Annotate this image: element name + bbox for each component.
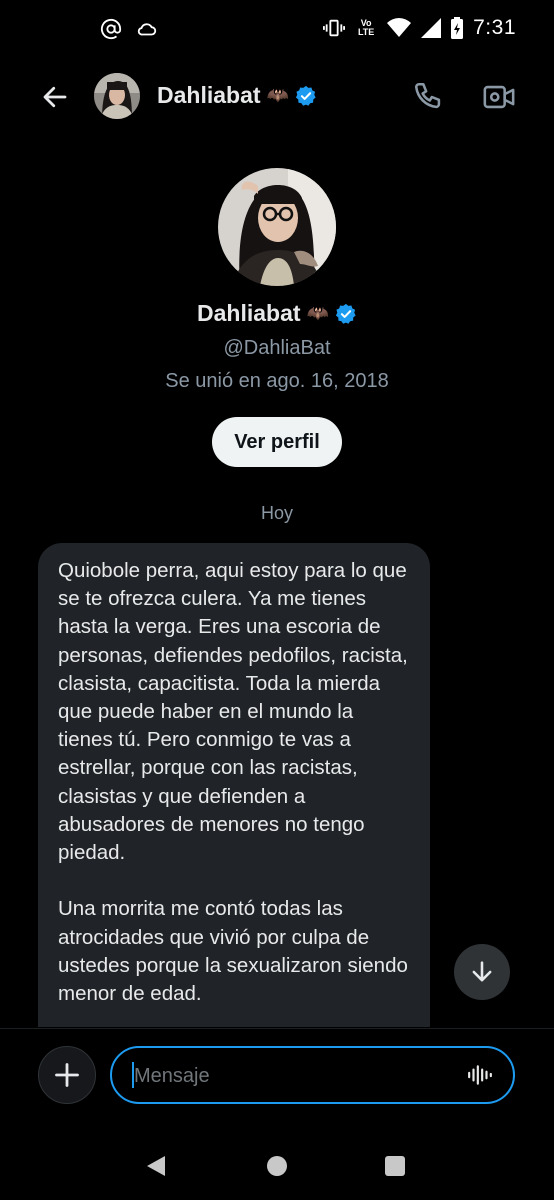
status-bar: Vo LTE 7:31 bbox=[0, 0, 554, 62]
cloud-sync-icon bbox=[137, 23, 157, 36]
message-input[interactable] bbox=[132, 1048, 456, 1104]
volte-icon: Vo LTE bbox=[355, 19, 377, 37]
profile-avatar[interactable] bbox=[218, 168, 336, 286]
message-bubble[interactable]: Quiobole perra, aqui estoy para lo que s… bbox=[38, 543, 430, 1027]
signal-icon bbox=[421, 18, 442, 38]
conversation-header: Dahliabat 🦇 bbox=[0, 68, 554, 126]
volte-line2: LTE bbox=[357, 27, 375, 37]
status-indicators: Vo LTE 7:31 bbox=[323, 16, 516, 40]
avatar-photo bbox=[218, 168, 336, 286]
nav-recents-icon[interactable] bbox=[385, 1156, 405, 1176]
bat-emoji: 🦇 bbox=[266, 85, 289, 105]
vibrate-icon bbox=[323, 19, 346, 37]
nav-home-icon[interactable] bbox=[267, 1156, 287, 1176]
message-text: Quiobole perra, aqui estoy para lo que s… bbox=[58, 559, 408, 1006]
battery-charging-icon bbox=[451, 17, 464, 39]
profile-name-text: Dahliabat bbox=[197, 300, 301, 326]
profile-joined-date: Se unió en ago. 16, 2018 bbox=[165, 370, 389, 392]
wifi-icon bbox=[387, 18, 412, 37]
video-icon[interactable] bbox=[482, 80, 516, 114]
profile-handle: @DahliaBat bbox=[223, 337, 331, 359]
message-composer bbox=[0, 1028, 554, 1121]
header-avatar[interactable] bbox=[94, 73, 140, 119]
plus-icon bbox=[55, 1063, 79, 1087]
nav-back-icon[interactable] bbox=[145, 1154, 167, 1178]
phone-icon[interactable] bbox=[412, 80, 446, 114]
back-arrow-icon[interactable] bbox=[40, 82, 70, 112]
voice-message-icon[interactable] bbox=[467, 1062, 493, 1088]
status-notifications bbox=[100, 18, 158, 40]
add-attachment-button[interactable] bbox=[38, 1046, 96, 1104]
avatar-photo bbox=[94, 73, 140, 119]
system-navigation-bar bbox=[0, 1130, 554, 1200]
scroll-to-bottom-button[interactable] bbox=[454, 944, 510, 1000]
message-input-container[interactable] bbox=[110, 1046, 515, 1104]
arrow-down-icon bbox=[472, 961, 492, 982]
verified-badge-icon bbox=[295, 85, 316, 106]
header-name-text: Dahliabat bbox=[157, 82, 261, 108]
status-time: 7:31 bbox=[473, 16, 516, 39]
profile-name: Dahliabat 🦇 bbox=[0, 300, 554, 327]
header-username[interactable]: Dahliabat 🦇 bbox=[157, 82, 317, 109]
bat-emoji: 🦇 bbox=[306, 303, 329, 323]
date-separator: Hoy bbox=[260, 503, 293, 523]
at-sign-icon bbox=[100, 18, 122, 40]
profile-card: Dahliabat 🦇 @DahliaBat Se unió en ago. 1… bbox=[0, 168, 554, 467]
view-profile-button[interactable]: Ver perfil bbox=[212, 417, 342, 467]
verified-badge-icon bbox=[335, 303, 356, 324]
